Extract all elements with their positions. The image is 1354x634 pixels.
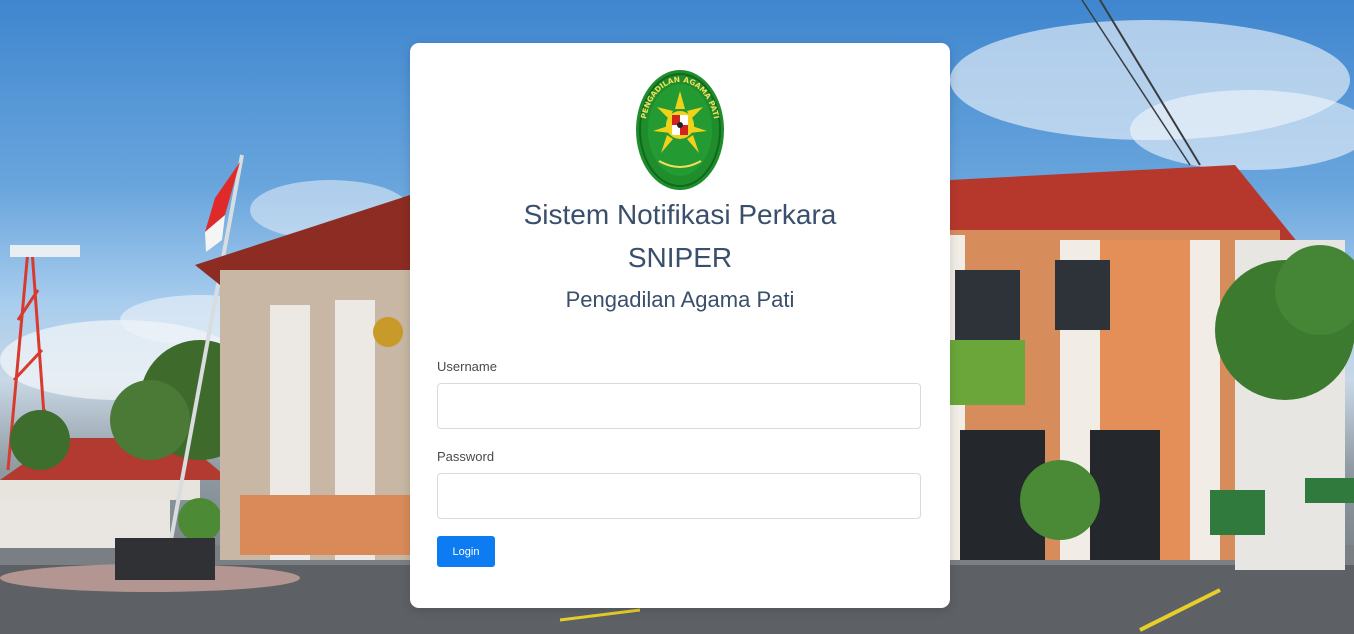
institution-name: Pengadilan Agama Pati [565, 287, 795, 312]
court-emblem-icon: PENGADILAN AGAMA PATI [636, 70, 724, 190]
username-label: Username [437, 359, 497, 374]
court-emblem-logo: PENGADILAN AGAMA PATI [635, 69, 725, 191]
login-card: PENGADILAN AGAMA PATI Sistem Notifikasi … [410, 43, 950, 608]
app-name: SNIPER [627, 242, 733, 273]
username-input[interactable] [437, 383, 921, 429]
login-button[interactable]: Login [437, 536, 495, 567]
password-input[interactable] [437, 473, 921, 519]
password-label: Password [437, 449, 495, 464]
page-title: Sistem Notifikasi Perkara [523, 199, 837, 230]
